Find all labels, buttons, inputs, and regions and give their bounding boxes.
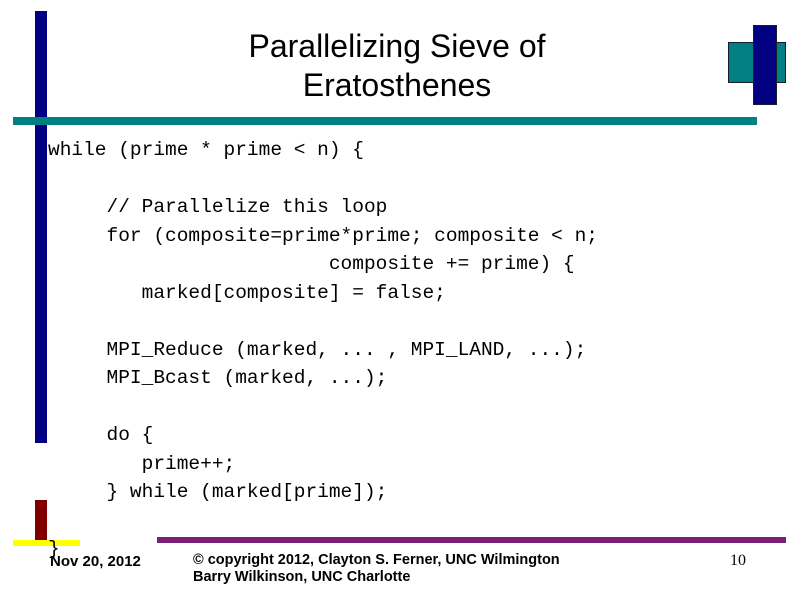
corner-navy-rectangle — [753, 25, 777, 105]
footer-page-number: 10 — [730, 552, 746, 569]
footer-date: Nov 20, 2012 — [50, 553, 141, 570]
navy-left-accent-bar — [35, 11, 47, 443]
slide-title: Parallelizing Sieve of Eratosthenes — [60, 27, 734, 105]
code-line: do { — [48, 424, 154, 446]
code-line: // Parallelize this loop — [48, 196, 388, 218]
code-line: marked[composite] = false; — [48, 281, 446, 304]
slide-canvas: Parallelizing Sieve of Eratosthenes whil… — [0, 0, 794, 595]
code-line: MPI_Reduce (marked, ... , MPI_LAND, ...)… — [48, 338, 587, 361]
code-line: composite += prime) { — [48, 253, 575, 275]
code-line: prime++; — [48, 452, 236, 475]
code-line: while (prime * prime < n) { — [48, 139, 364, 161]
footer-copyright-line-1: © copyright 2012, Clayton S. Ferner, UNC… — [193, 552, 560, 568]
code-line: } while (marked[prime]); — [48, 481, 388, 503]
slide-title-line-1: Parallelizing Sieve of — [248, 28, 546, 64]
code-block: while (prime * prime < n) { // Paralleli… — [48, 136, 788, 564]
code-line: for (composite=prime*prime; composite < … — [48, 224, 599, 247]
footer-copyright: © copyright 2012, Clayton S. Ferner, UNC… — [193, 552, 560, 586]
code-line: MPI_Bcast (marked, ...); — [48, 367, 388, 389]
teal-title-divider-line — [13, 117, 757, 125]
slide-title-line-2: Eratosthenes — [302, 67, 492, 103]
footer-copyright-line-2: Barry Wilkinson, UNC Charlotte — [193, 569, 411, 585]
